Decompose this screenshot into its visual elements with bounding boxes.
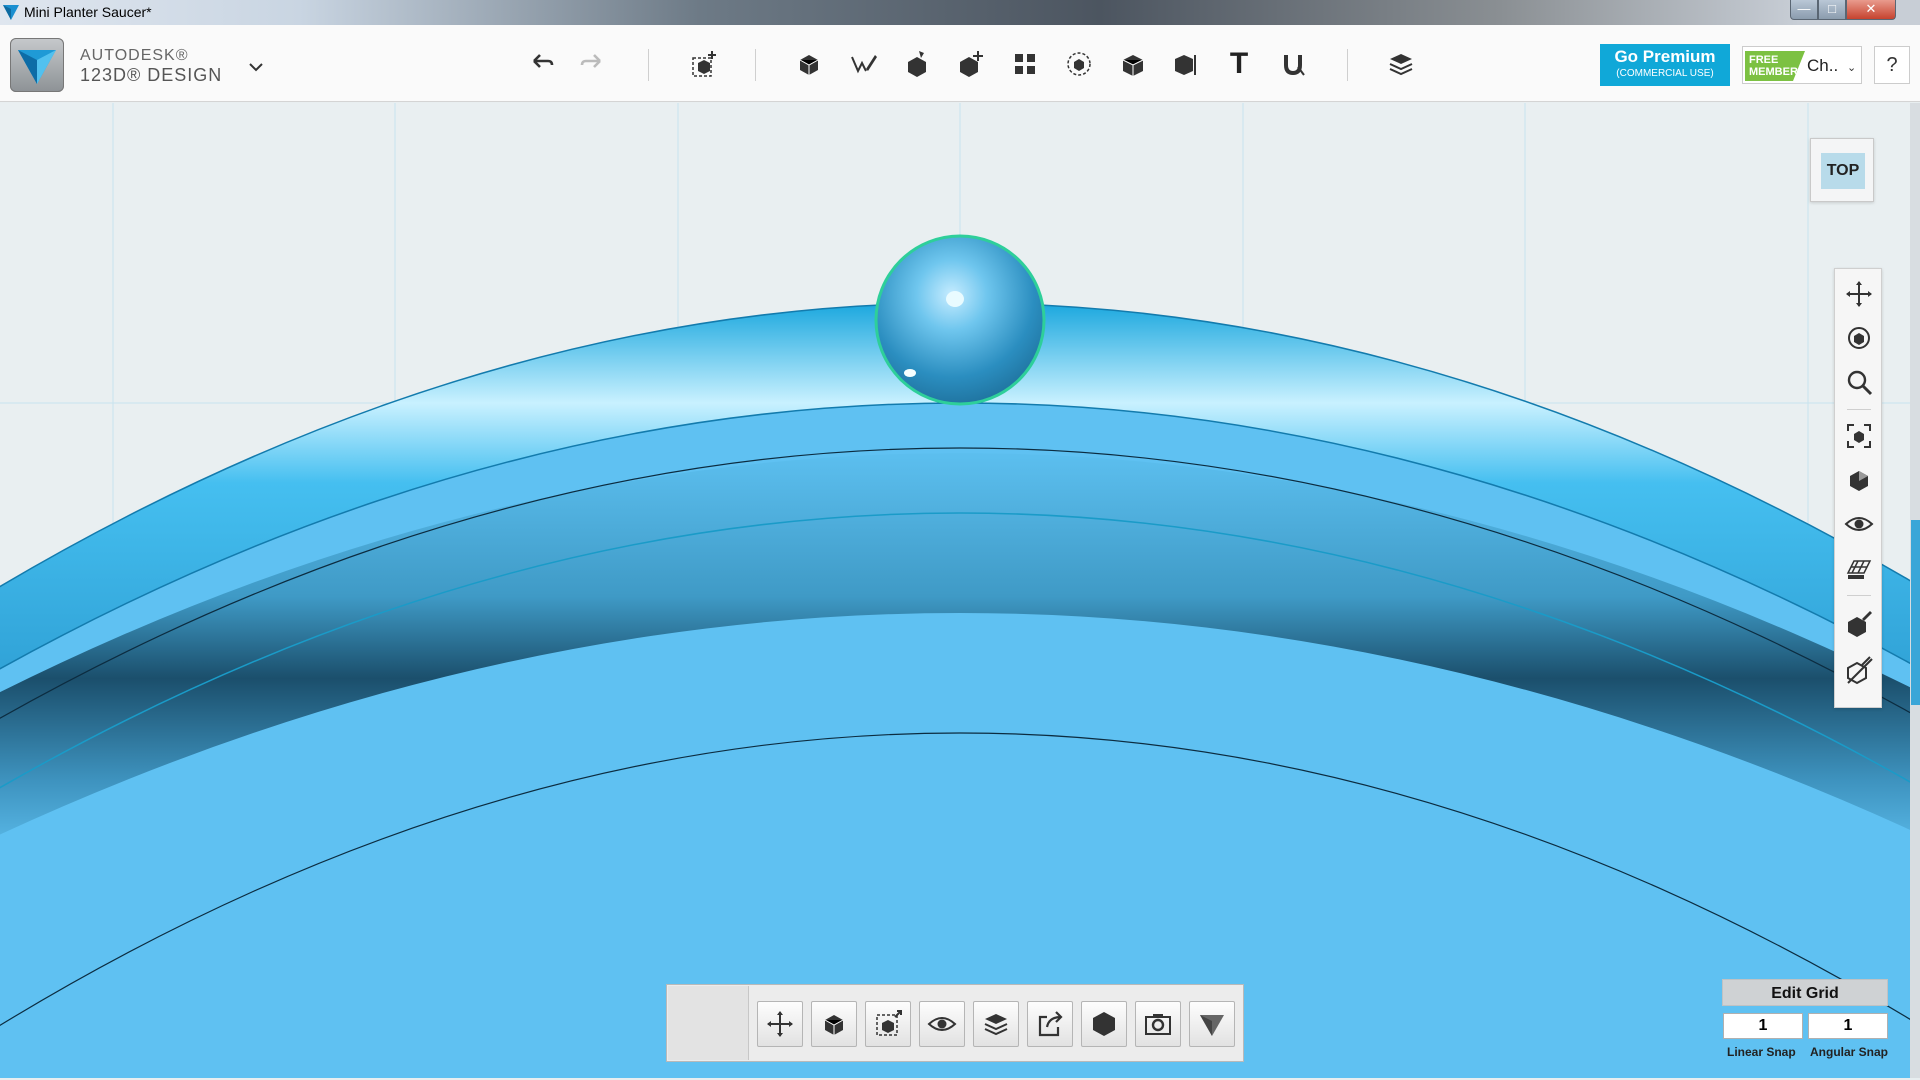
view-cube[interactable]: TOP bbox=[1810, 138, 1874, 202]
linear-snap-input[interactable] bbox=[1723, 1013, 1803, 1039]
transform-icon[interactable] bbox=[684, 45, 722, 83]
orbit-icon[interactable] bbox=[1844, 323, 1874, 353]
toolbar-separator bbox=[755, 49, 756, 81]
maximize-button[interactable]: □ bbox=[1818, 0, 1846, 20]
redo-icon[interactable] bbox=[574, 45, 612, 83]
hide-icon[interactable] bbox=[919, 1001, 965, 1047]
account-name: Ch.. bbox=[1807, 56, 1839, 75]
title-bar: Mini Planter Saucer* — □ ✕ bbox=[0, 0, 1920, 25]
bottom-toolbar-blank bbox=[668, 986, 749, 1060]
angular-snap-label: Angular Snap bbox=[1810, 1045, 1889, 1059]
visibility-icon[interactable] bbox=[1844, 509, 1874, 539]
grid-panel: Edit Grid Linear Snap Angular Snap bbox=[1720, 979, 1890, 1069]
box-select-icon[interactable] bbox=[811, 1001, 857, 1047]
text-tool-glyph: T bbox=[1229, 47, 1249, 80]
member-badge: FREE MEMBER bbox=[1745, 51, 1805, 81]
chevron-down-icon: ⌄ bbox=[1847, 62, 1857, 74]
scrollbar-thumb[interactable] bbox=[1911, 520, 1920, 705]
primitives-icon[interactable] bbox=[790, 45, 828, 83]
text-icon[interactable]: T bbox=[1220, 45, 1258, 83]
grid-icon[interactable] bbox=[1844, 553, 1874, 583]
app-window: Mini Planter Saucer* — □ ✕ AUTODESK® 123… bbox=[0, 0, 1920, 1080]
close-button[interactable]: ✕ bbox=[1846, 0, 1896, 20]
measure-icon[interactable] bbox=[1166, 45, 1204, 83]
fit-icon[interactable] bbox=[1844, 421, 1874, 451]
bottom-toolbar bbox=[666, 984, 1244, 1062]
linear-snap-label: Linear Snap bbox=[1727, 1045, 1796, 1059]
view-cube-face[interactable]: TOP bbox=[1821, 153, 1865, 189]
selected-sphere bbox=[874, 234, 1046, 406]
pan-icon[interactable] bbox=[1844, 279, 1874, 309]
app-menu-logo[interactable] bbox=[10, 38, 64, 92]
model-scene[interactable] bbox=[0, 103, 1910, 1078]
sketch-icon[interactable] bbox=[844, 45, 882, 83]
combine-icon[interactable] bbox=[1114, 45, 1152, 83]
badge-line-2: MEMBER bbox=[1749, 66, 1798, 78]
undo-icon[interactable] bbox=[522, 45, 560, 83]
nav-separator bbox=[1847, 595, 1871, 596]
brand-line-2: 123D® DESIGN bbox=[80, 65, 223, 85]
premium-sublabel: (COMMERCIAL USE) bbox=[1616, 68, 1714, 79]
pattern-icon[interactable] bbox=[1006, 45, 1044, 83]
grouping-icon[interactable] bbox=[1060, 45, 1098, 83]
go-premium-button[interactable]: Go Premium (COMMERCIAL USE) bbox=[1600, 44, 1730, 86]
solid-icon[interactable] bbox=[1081, 1001, 1127, 1047]
construct-icon[interactable] bbox=[898, 45, 936, 83]
modify-icon[interactable] bbox=[952, 45, 990, 83]
nav-separator bbox=[1847, 409, 1871, 410]
perspective-icon[interactable] bbox=[1844, 465, 1874, 495]
main-toolbar: AUTODESK® 123D® DESIGN T Go Premium (COM… bbox=[0, 25, 1920, 102]
focus-icon[interactable] bbox=[865, 1001, 911, 1047]
badge-line-1: FREE bbox=[1749, 54, 1779, 66]
toolbar-separator bbox=[648, 49, 649, 81]
minimize-button[interactable]: — bbox=[1790, 0, 1818, 20]
layers-icon[interactable] bbox=[973, 1001, 1019, 1047]
chevron-down-icon[interactable] bbox=[246, 57, 266, 77]
toolbar-separator bbox=[1347, 49, 1348, 81]
premium-label: Go Premium bbox=[1614, 47, 1716, 66]
3d-viewport[interactable] bbox=[0, 103, 1910, 1078]
camera-icon[interactable] bbox=[1135, 1001, 1181, 1047]
window-title: Mini Planter Saucer* bbox=[24, 4, 152, 20]
edit-grid-button[interactable]: Edit Grid bbox=[1722, 979, 1888, 1006]
snap-icon[interactable] bbox=[1274, 45, 1312, 83]
brand-line-1: AUTODESK® bbox=[80, 47, 189, 64]
app-logo-icon bbox=[18, 50, 56, 84]
brand-icon[interactable] bbox=[1189, 1001, 1235, 1047]
zoom-icon[interactable] bbox=[1844, 367, 1874, 397]
navigation-bar bbox=[1834, 268, 1882, 708]
material-edit-icon[interactable] bbox=[1844, 609, 1874, 639]
outline-icon[interactable] bbox=[1844, 655, 1874, 685]
move-icon[interactable] bbox=[757, 1001, 803, 1047]
materials-icon[interactable] bbox=[1382, 45, 1420, 83]
account-menu[interactable]: FREE MEMBER Ch.. ⌄ bbox=[1742, 46, 1862, 84]
help-button[interactable]: ? bbox=[1874, 46, 1910, 84]
angular-snap-input[interactable] bbox=[1808, 1013, 1888, 1039]
app-logo-icon bbox=[3, 5, 19, 20]
export-icon[interactable] bbox=[1027, 1001, 1073, 1047]
